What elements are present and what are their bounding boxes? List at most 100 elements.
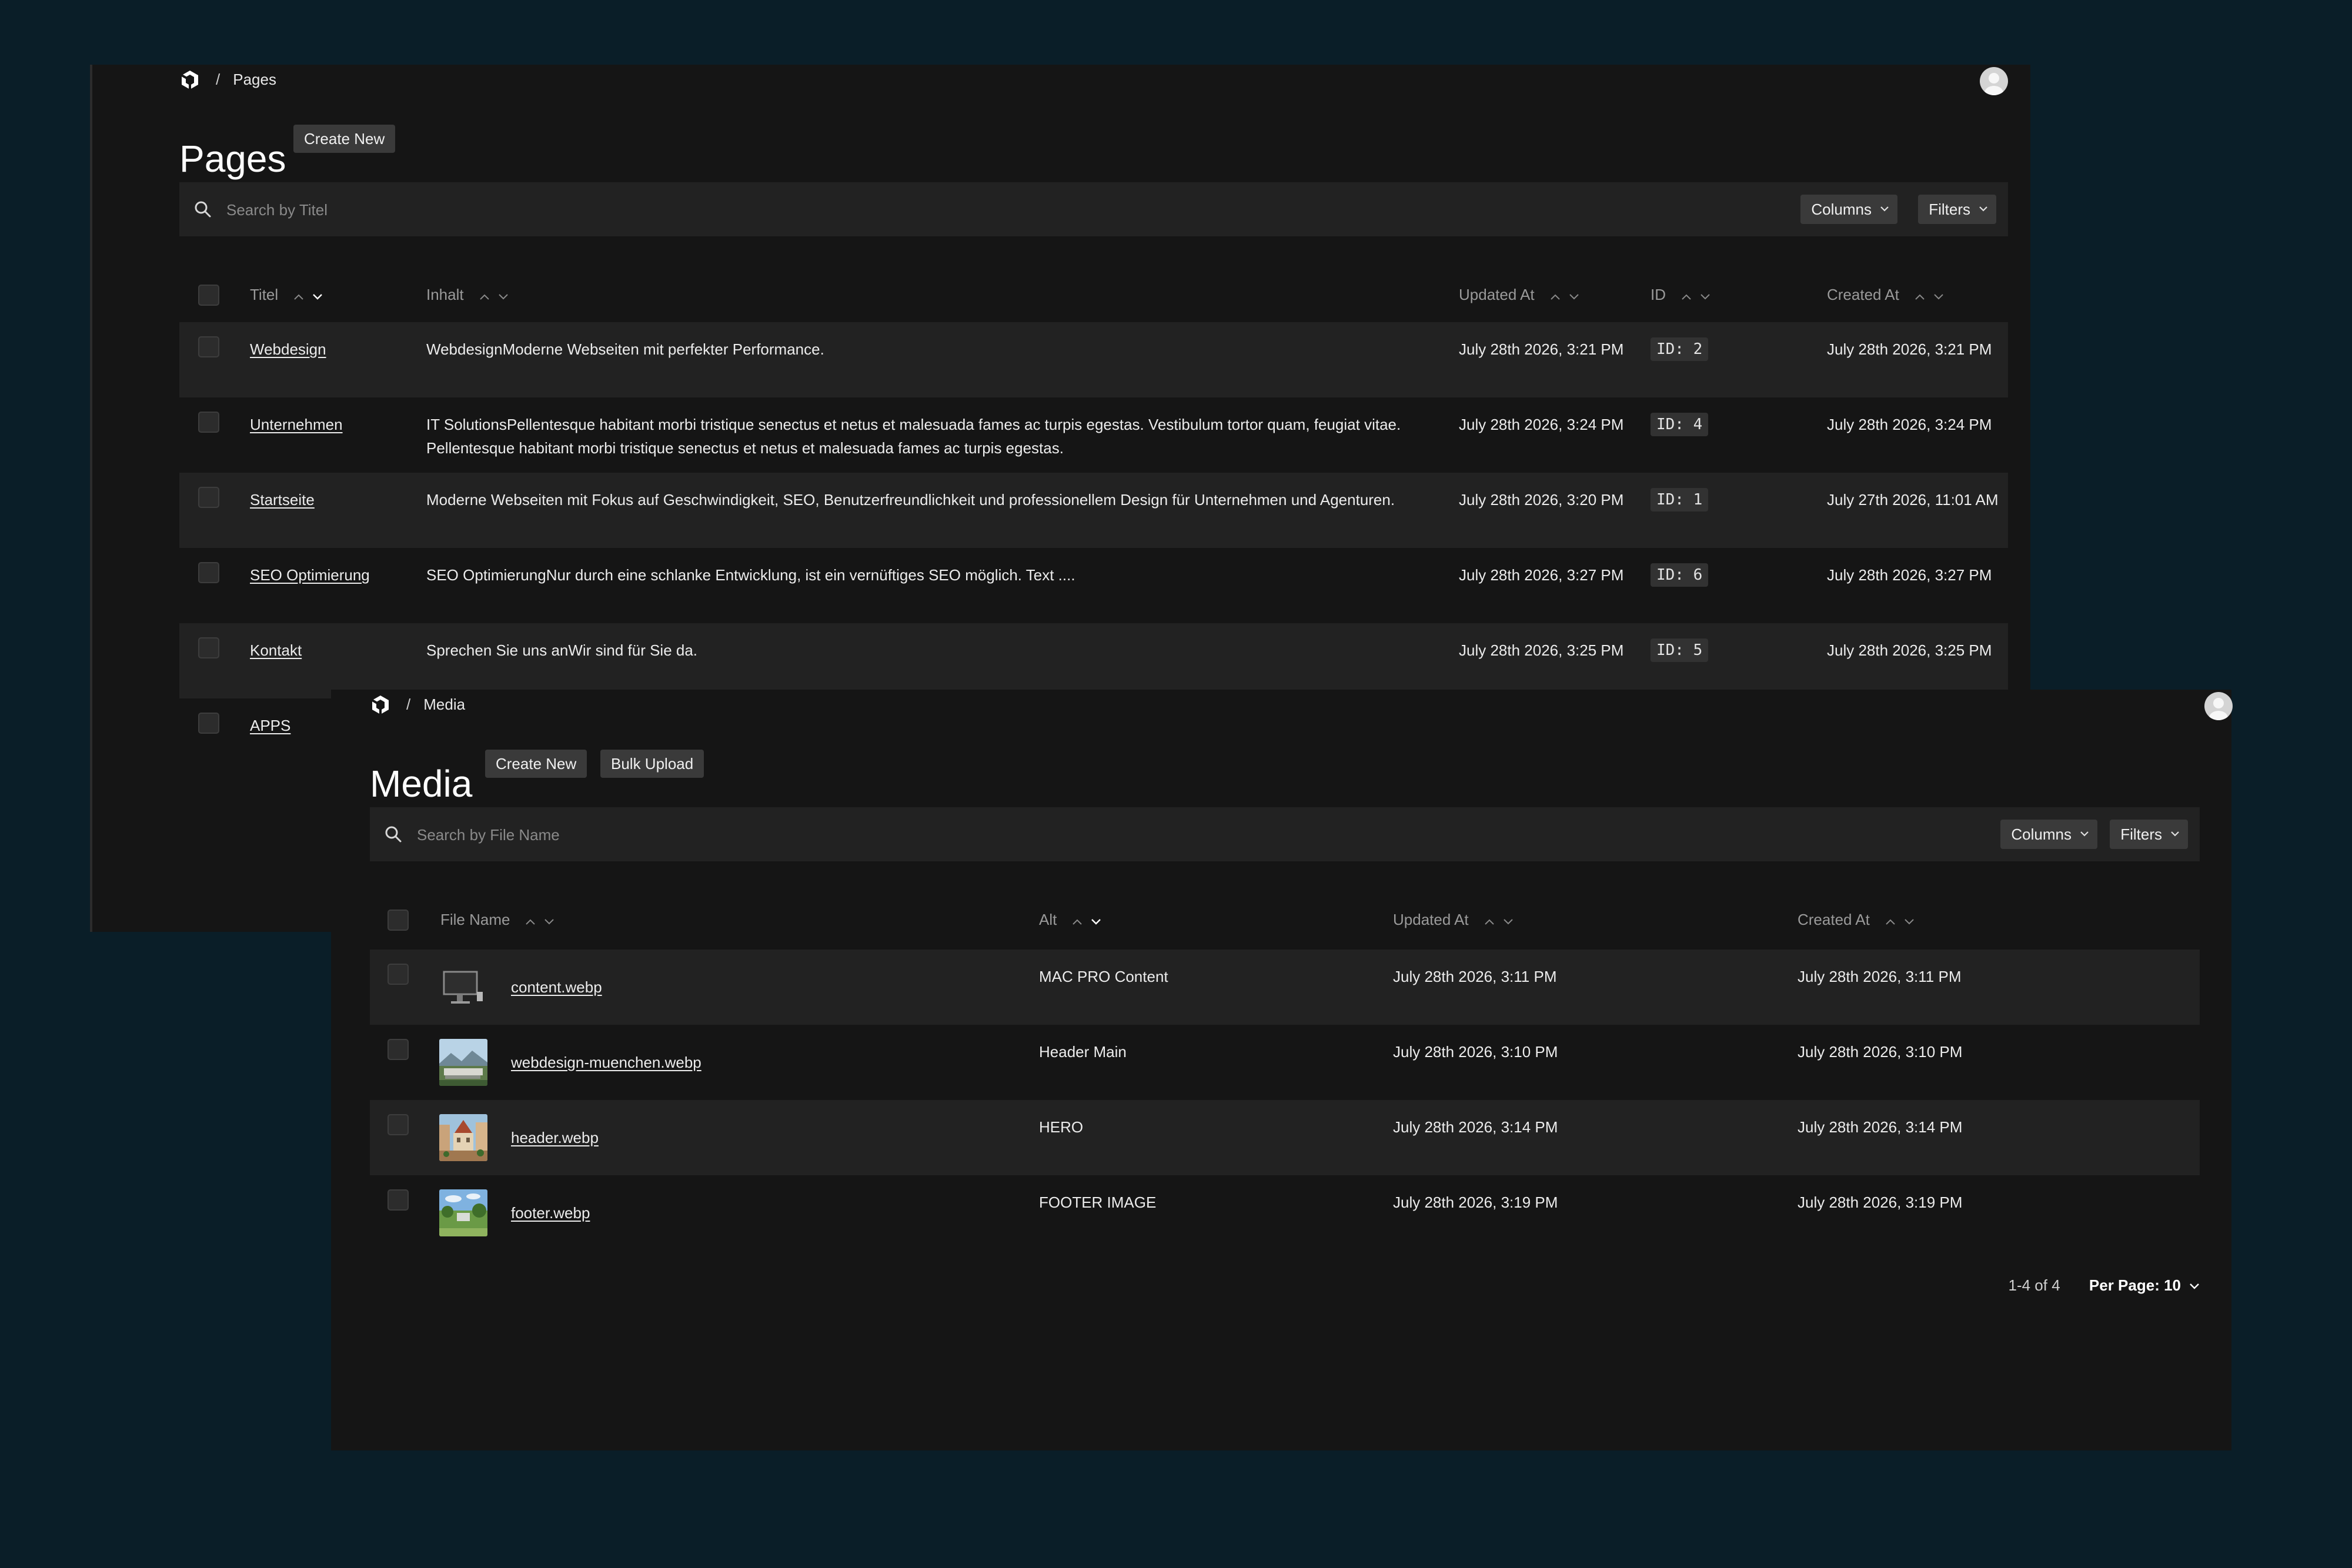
column-header-id[interactable]: ID	[1651, 286, 1719, 305]
breadcrumb-separator: /	[406, 696, 411, 713]
table-row[interactable]: Webdesign WebdesignModerne Webseiten mit…	[179, 322, 2008, 397]
sort-down-icon[interactable]	[1091, 918, 1101, 925]
id-badge: ID: 2	[1651, 337, 1709, 361]
table-row[interactable]: footer.webp FOOTER IMAGE July 28th 2026,…	[370, 1175, 2200, 1251]
app-logo-icon[interactable]	[370, 694, 391, 716]
row-checkbox[interactable]	[198, 713, 219, 734]
alt-text: HERO	[1039, 1118, 1084, 1136]
app-logo-icon[interactable]	[179, 69, 201, 91]
sort-down-icon[interactable]	[1503, 918, 1514, 925]
file-name-link[interactable]: header.webp	[511, 1126, 599, 1149]
row-checkbox[interactable]	[198, 336, 219, 357]
row-checkbox[interactable]	[387, 1039, 409, 1060]
created-at: July 28th 2026, 3:24 PM	[1827, 416, 1992, 433]
row-checkbox[interactable]	[198, 562, 219, 583]
sort-down-icon[interactable]	[1700, 293, 1710, 300]
search-input[interactable]: Search by File Name	[417, 826, 560, 844]
filters-button[interactable]: Filters	[1918, 195, 1996, 224]
monitor-thumbnail[interactable]	[439, 964, 487, 1011]
row-checkbox[interactable]	[198, 412, 219, 433]
columns-button[interactable]: Columns	[2000, 820, 2097, 849]
table-row[interactable]: Unternehmen IT SolutionsPellentesque hab…	[179, 397, 2008, 473]
column-header-created-at[interactable]: Created At	[1827, 286, 1952, 305]
sort-down-icon[interactable]	[1904, 918, 1915, 925]
row-checkbox[interactable]	[387, 1114, 409, 1135]
table-row[interactable]: SEO Optimierung SEO OptimierungNur durch…	[179, 548, 2008, 623]
page-title-link[interactable]: Startseite	[250, 488, 315, 511]
sort-up-icon[interactable]	[525, 918, 536, 925]
page-title-link[interactable]: Kontakt	[250, 638, 302, 662]
breadcrumb-current[interactable]: Pages	[233, 71, 276, 88]
landscape-thumbnail[interactable]	[439, 1039, 487, 1086]
column-label: Created At	[1798, 911, 1870, 928]
table-row[interactable]: header.webp HERO July 28th 2026, 3:14 PM…	[370, 1100, 2200, 1175]
row-checkbox[interactable]	[198, 637, 219, 658]
create-new-button[interactable]: Create New	[485, 750, 587, 778]
sort-up-icon[interactable]	[1484, 918, 1495, 925]
table-header: Titel Inhalt Updated At ID Created At	[179, 270, 2008, 317]
column-header-alt[interactable]: Alt	[1039, 911, 1110, 930]
sort-down-icon[interactable]	[498, 293, 509, 300]
breadcrumb-current[interactable]: Media	[423, 696, 465, 713]
sort-down-icon[interactable]	[544, 918, 554, 925]
column-header-updated-at[interactable]: Updated At	[1393, 911, 1522, 930]
file-name-link[interactable]: content.webp	[511, 975, 602, 999]
sort-down-icon[interactable]	[1933, 293, 1944, 300]
sort-up-icon[interactable]	[1072, 918, 1083, 925]
table-row[interactable]: Kontakt Sprechen Sie uns anWir sind für …	[179, 623, 2008, 698]
sort-down-icon[interactable]	[1569, 293, 1579, 300]
column-header-file-name[interactable]: File Name	[440, 911, 563, 930]
chevron-down-icon	[2080, 831, 2089, 837]
alt-text: Header Main	[1039, 1043, 1127, 1061]
sort-up-icon[interactable]	[1915, 293, 1925, 300]
id-badge: ID: 1	[1651, 488, 1709, 511]
chevron-down-icon	[1880, 206, 1889, 212]
id-badge: ID: 4	[1651, 413, 1709, 436]
created-at: July 28th 2026, 3:19 PM	[1798, 1193, 1963, 1211]
row-checkbox[interactable]	[198, 487, 219, 508]
filters-button[interactable]: Filters	[2110, 820, 2188, 849]
sort-up-icon[interactable]	[1681, 293, 1692, 300]
updated-at: July 28th 2026, 3:14 PM	[1393, 1118, 1558, 1136]
column-header-titel[interactable]: Titel	[250, 286, 331, 305]
table-row[interactable]: content.webp MAC PRO Content July 28th 2…	[370, 950, 2200, 1025]
page-title-link[interactable]: Webdesign	[250, 337, 326, 361]
page-title-link[interactable]: APPS	[250, 714, 290, 737]
column-label: Inhalt	[426, 286, 464, 303]
file-name-link[interactable]: footer.webp	[511, 1201, 590, 1225]
search-input[interactable]: Search by Titel	[226, 201, 328, 219]
city-thumbnail[interactable]	[439, 1114, 487, 1161]
created-at: July 28th 2026, 3:25 PM	[1827, 641, 1992, 659]
select-all-checkbox[interactable]	[198, 285, 219, 306]
table-header: File Name Alt Updated At Created At	[370, 895, 2200, 942]
column-header-created-at[interactable]: Created At	[1798, 911, 1923, 930]
bulk-upload-button[interactable]: Bulk Upload	[600, 750, 704, 778]
row-checkbox[interactable]	[387, 964, 409, 985]
park-thumbnail[interactable]	[439, 1189, 487, 1236]
column-label: Updated At	[1459, 286, 1535, 303]
column-header-updated-at[interactable]: Updated At	[1459, 286, 1588, 305]
column-label: ID	[1651, 286, 1666, 303]
table-row[interactable]: webdesign-muenchen.webp Header Main July…	[370, 1025, 2200, 1100]
id-badge: ID: 5	[1651, 638, 1709, 662]
sort-up-icon[interactable]	[479, 293, 490, 300]
page-title: Media	[370, 762, 473, 805]
create-new-button[interactable]: Create New	[293, 125, 396, 153]
page-title-link[interactable]: SEO Optimierung	[250, 563, 370, 587]
table-row[interactable]: Startseite Moderne Webseiten mit Fokus a…	[179, 473, 2008, 548]
page-title-link[interactable]: Unternehmen	[250, 413, 343, 436]
sort-up-icon[interactable]	[293, 293, 304, 300]
user-avatar[interactable]	[1980, 67, 2008, 95]
columns-button[interactable]: Columns	[1800, 195, 1897, 224]
user-avatar[interactable]	[2204, 692, 2233, 720]
sort-down-icon[interactable]	[312, 293, 323, 300]
sort-up-icon[interactable]	[1550, 293, 1561, 300]
row-checkbox[interactable]	[387, 1189, 409, 1211]
sort-up-icon[interactable]	[1885, 918, 1896, 925]
id-badge: ID: 6	[1651, 563, 1709, 587]
file-name-link[interactable]: webdesign-muenchen.webp	[511, 1051, 701, 1074]
per-page-select[interactable]: Per Page: 10	[2089, 1276, 2200, 1294]
column-header-inhalt[interactable]: Inhalt	[426, 286, 517, 305]
search-icon	[193, 200, 212, 219]
select-all-checkbox[interactable]	[387, 910, 409, 931]
